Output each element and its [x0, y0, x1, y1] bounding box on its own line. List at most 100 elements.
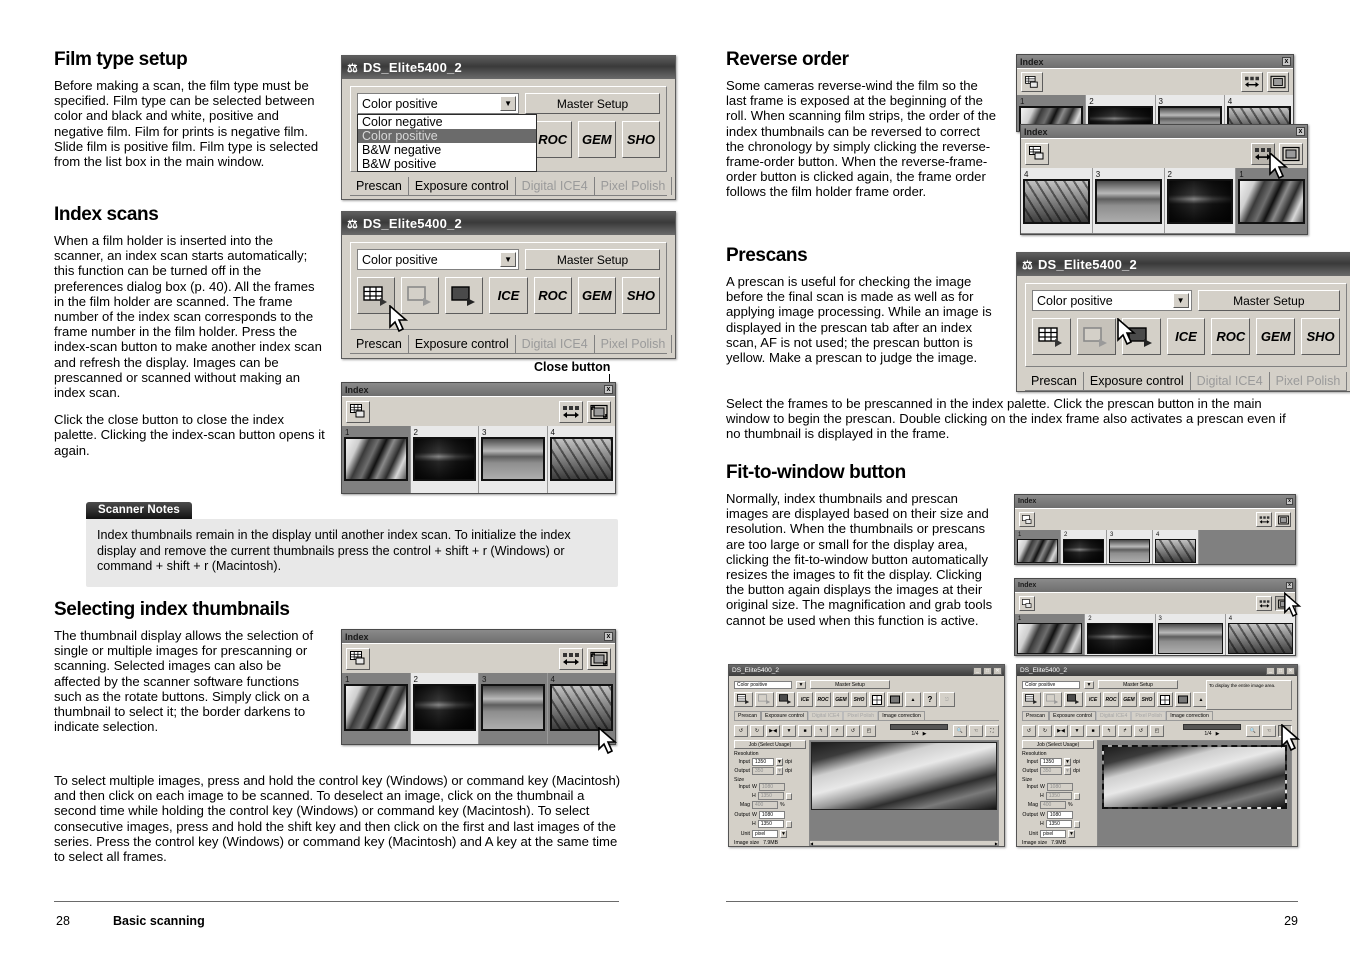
fit-to-window-button[interactable]	[587, 400, 611, 423]
chevron-down-icon[interactable]: ▼	[1068, 830, 1075, 838]
fit-to-window-tool-button-b[interactable]: ⛶	[1278, 724, 1292, 737]
lock-aspect-icon[interactable]	[785, 792, 792, 800]
sho-button-a[interactable]: SHO	[851, 692, 867, 707]
index-frame-1[interactable]: 1	[342, 673, 411, 744]
rotate-left-button-a[interactable]: ↺	[734, 724, 748, 737]
out-w-field-b[interactable]: 1080	[1046, 811, 1073, 819]
fit-to-window-button-fit[interactable]	[1275, 596, 1291, 611]
thumbnail-image[interactable]	[344, 684, 408, 731]
scroll-right-icon[interactable]: ▶	[995, 841, 998, 846]
unit-field-a[interactable]: pixel	[752, 830, 778, 838]
prescan-button-3[interactable]	[1076, 318, 1116, 355]
index-frame-1[interactable]: 1	[1015, 614, 1086, 655]
index-frame-4[interactable]: 4	[1153, 530, 1199, 564]
rotate-left-button-b[interactable]: ↺	[1022, 724, 1036, 737]
app-image-toolbar-b[interactable]: ↺ ↻ ▶◀ ▼ ■ ↰ ↱ ↺ ◰ 1/4 ▶ 🔍 ☜ ⛶	[1022, 724, 1292, 737]
app-tab-exposure-b[interactable]: Exposure control	[1049, 711, 1096, 720]
index-palette-toolbar-rev[interactable]	[1021, 138, 1307, 168]
index-scan-button-a[interactable]	[734, 692, 753, 707]
index-scan-refresh-button-rev[interactable]	[1025, 142, 1049, 165]
job-select-usage-button-a[interactable]: Job (Select Usage)	[734, 740, 806, 749]
index-palette-fitted[interactable]: Index x 1 2 3 4	[1014, 578, 1296, 656]
tab-exposure-control-3[interactable]: Exposure control	[1084, 372, 1191, 390]
reverse-frame-order-button-2[interactable]	[559, 647, 583, 670]
app-preview-area-a[interactable]: ◀ ▶	[809, 740, 999, 846]
undo-button-a[interactable]: ↰	[814, 724, 828, 737]
gem-button-a[interactable]: GEM	[833, 692, 849, 707]
index-frame-3[interactable]: 3	[1155, 614, 1226, 655]
reverse-frame-order-button-fit[interactable]	[1256, 596, 1272, 611]
thumbnail-image[interactable]	[481, 684, 545, 731]
prescan-preview-image-a[interactable]	[811, 742, 997, 810]
chevron-down-icon[interactable]: ▼	[1084, 680, 1094, 689]
thumbnail-image[interactable]	[549, 684, 613, 731]
film-type-combobox-2[interactable]: Color positive ▼	[357, 249, 520, 270]
scanner-window-film-type[interactable]: ⚖ DS_Elite5400_2 Color positive ▼ Master…	[341, 55, 676, 200]
scan-button-3[interactable]	[1121, 318, 1161, 355]
index-palette-toolbar-2[interactable]	[342, 643, 615, 673]
scanner-window-index-scan[interactable]: ⚖ DS_Elite5400_2 Color positive ▼ Master…	[341, 211, 676, 359]
app-window-fit-to-window[interactable]: DS_Elite5400_2 _ □ ✕ Color positive ▼ Ma…	[1016, 664, 1298, 847]
close-icon[interactable]: x	[1286, 582, 1293, 589]
index-frames-reversed[interactable]: 4 3 2 1	[1021, 168, 1307, 233]
grid-tool-button-a[interactable]	[869, 692, 885, 707]
prescan-button[interactable]	[401, 277, 440, 314]
index-scan-refresh-button-fwd[interactable]	[1021, 72, 1043, 92]
sho-button[interactable]: SHO	[621, 121, 660, 158]
rotate-right-button-a[interactable]: ↻	[750, 724, 764, 737]
app-tabs-b[interactable]: Prescan Exposure control Digital ICE4 Pi…	[1022, 711, 1292, 721]
window-controls-a[interactable]: _ □ ✕	[973, 666, 1002, 675]
tab-prescan-3[interactable]: Prescan	[1025, 372, 1084, 390]
out-h-field-a[interactable]: 1350	[757, 820, 784, 828]
scan-button-a[interactable]	[776, 692, 795, 707]
index-frame-3[interactable]: 3	[479, 673, 548, 744]
index-frame-4[interactable]: 4	[547, 673, 615, 744]
film-type-option-0[interactable]: Color negative	[358, 115, 536, 129]
fit-to-window-button-rev[interactable]	[1279, 142, 1303, 165]
thumbnail-image[interactable]	[1227, 623, 1293, 654]
film-type-dropdown-list[interactable]: Color negative Color positive B&W negati…	[357, 114, 537, 172]
fit-to-window-button-orig[interactable]	[1275, 512, 1291, 527]
maximize-icon[interactable]: □	[1276, 666, 1285, 675]
index-frame-3[interactable]: 3	[479, 426, 548, 493]
index-palette-toolbar-orig[interactable]	[1015, 508, 1295, 530]
sho-button-3[interactable]: SHO	[1301, 318, 1341, 355]
film-holder-button-b[interactable]	[1175, 692, 1191, 707]
auto-expose-button-a[interactable]: ▼	[782, 724, 796, 737]
app-master-setup-button-a[interactable]: Master Setup	[810, 680, 890, 689]
prescan-button-a[interactable]	[755, 692, 774, 707]
index-palette-selection[interactable]: Index x 1 2 3 4	[341, 629, 616, 745]
close-icon[interactable]: x	[1296, 127, 1305, 136]
app-settings-panel-a[interactable]: Job (Select Usage) Resolution Input 1350…	[734, 740, 806, 846]
undo-button-b[interactable]: ↰	[1102, 724, 1116, 737]
roc-button[interactable]: ROC	[533, 121, 572, 158]
input-dpi-field-b[interactable]: 1350	[1040, 758, 1062, 766]
chevron-down-icon[interactable]: ▼	[796, 680, 806, 689]
thumbnail-image[interactable]	[1157, 623, 1223, 654]
index-frame-2[interactable]: 2	[410, 426, 479, 493]
index-scan-button-3[interactable]	[1032, 318, 1071, 355]
fit-to-window-button-fwd[interactable]	[1267, 72, 1289, 92]
index-frame-4[interactable]: 4	[547, 426, 615, 493]
scanner-window-prescan[interactable]: ⚖ DS_Elite5400_2 Color positive ▼ Master…	[1016, 252, 1350, 392]
index-scan-refresh-button-2[interactable]	[346, 647, 370, 670]
tab-prescan[interactable]: Prescan	[350, 177, 409, 195]
chevron-down-icon[interactable]: ▼	[1064, 758, 1071, 766]
film-holder-button-a[interactable]	[887, 692, 903, 707]
index-scan-refresh-button-orig[interactable]	[1019, 512, 1035, 527]
ice-button-2[interactable]: ICE	[489, 277, 528, 314]
film-type-option-1[interactable]: Color positive	[358, 129, 536, 143]
index-frames-fitted[interactable]: 1 2 3 4	[1015, 614, 1295, 655]
index-palette-toolbar-fwd[interactable]	[1017, 68, 1293, 95]
lock-aspect-icon[interactable]	[1073, 792, 1080, 800]
close-icon[interactable]: x	[604, 385, 613, 394]
magnify-tool-button-b[interactable]: 🔍	[1246, 724, 1260, 737]
index-frames-original-size[interactable]: 1 2 3 4	[1015, 530, 1295, 564]
prescan-preview-image-b[interactable]	[1102, 745, 1287, 809]
eject-button-a[interactable]: ▲	[905, 692, 921, 707]
lock-aspect-icon[interactable]	[1073, 820, 1080, 828]
index-palette-reversed-order[interactable]: Index x 4 3 2 1	[1020, 124, 1308, 235]
roc-button-3[interactable]: ROC	[1211, 318, 1251, 355]
index-palette-original-size[interactable]: Index x 1 2 3 4	[1014, 494, 1296, 565]
app-window-original-size[interactable]: DS_Elite5400_2 _ □ ✕ Color positive ▼ Ma…	[728, 664, 1005, 847]
